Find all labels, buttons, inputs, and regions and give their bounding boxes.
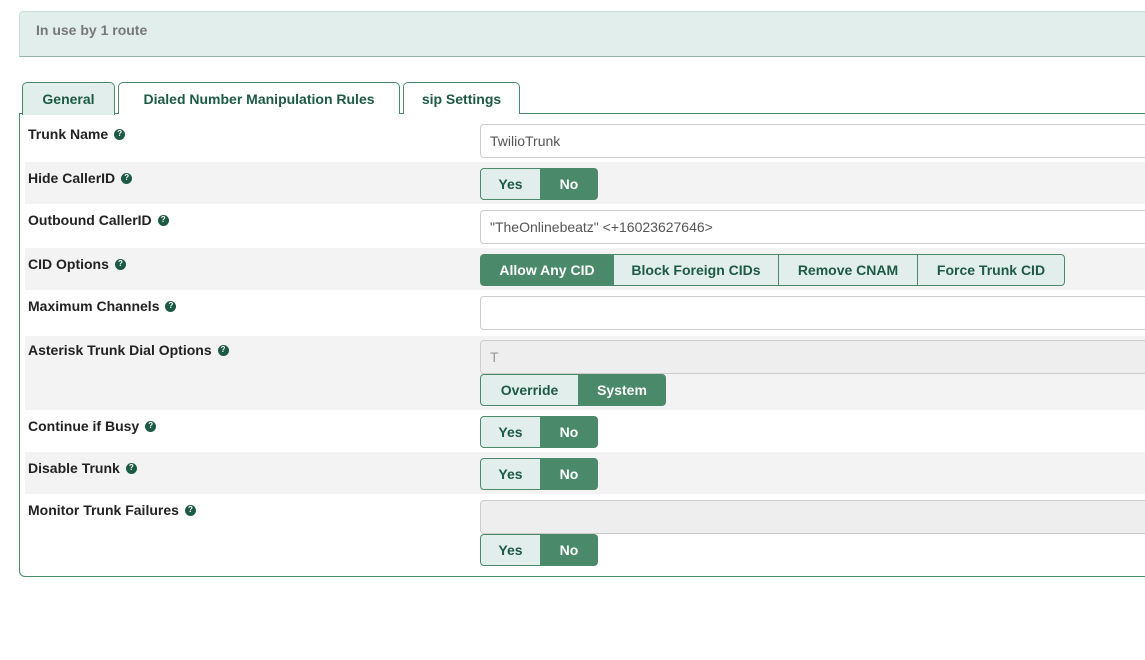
row-monitor-trunk-failures: Monitor Trunk Failures ? Yes No (25, 494, 1145, 574)
dial-options-toggle: Override System (480, 374, 666, 406)
hide-callerid-no-button[interactable]: No (540, 168, 598, 200)
tab-sip-settings[interactable]: sip Settings (403, 82, 520, 114)
continue-if-busy-toggle: Yes No (480, 416, 598, 448)
continue-if-busy-no-button[interactable]: No (540, 416, 598, 448)
trunk-name-input[interactable]: TwilioTrunk (480, 124, 1145, 158)
tab-dialed-number-manipulation-rules[interactable]: Dialed Number Manipulation Rules (118, 82, 400, 114)
row-hide-callerid: Hide CallerID ? Yes No (25, 162, 1145, 204)
dial-options-override-button[interactable]: Override (480, 374, 579, 406)
question-circle-icon[interactable]: ? (121, 172, 133, 184)
usage-text: In use by 1 route (36, 22, 148, 38)
row-continue-if-busy: Continue if Busy ? Yes No (25, 410, 1145, 452)
disable-trunk-toggle: Yes No (480, 458, 598, 490)
dial-options-system-button[interactable]: System (578, 374, 666, 406)
cid-allow-any-button[interactable]: Allow Any CID (480, 254, 614, 286)
question-circle-icon[interactable]: ? (114, 258, 126, 270)
outbound-callerid-input[interactable]: "TheOnlinebeatz" <+16023627646> (480, 210, 1145, 244)
row-trunk-name: Trunk Name ? TwilioTrunk (25, 120, 1145, 162)
row-disable-trunk: Disable Trunk ? Yes No (25, 452, 1145, 494)
monitor-failures-label: Monitor Trunk Failures (28, 502, 179, 518)
trunk-name-label: Trunk Name (28, 126, 109, 142)
continue-if-busy-label: Continue if Busy (28, 418, 140, 434)
dial-options-input[interactable]: T (480, 340, 1145, 374)
cid-force-trunk-button[interactable]: Force Trunk CID (917, 254, 1065, 286)
monitor-failures-toggle: Yes No (480, 534, 598, 566)
cid-options-group: Allow Any CID Block Foreign CIDs Remove … (480, 254, 1065, 286)
row-maximum-channels: Maximum Channels ? (25, 290, 1145, 336)
disable-trunk-no-button[interactable]: No (540, 458, 598, 490)
maximum-channels-input[interactable] (480, 296, 1145, 330)
question-circle-icon[interactable]: ? (165, 300, 177, 312)
outbound-callerid-label: Outbound CallerID (28, 212, 152, 228)
monitor-failures-input[interactable] (480, 500, 1145, 534)
question-circle-icon[interactable]: ? (145, 420, 157, 432)
monitor-failures-no-button[interactable]: No (540, 534, 598, 566)
usage-banner: In use by 1 route (19, 11, 1145, 57)
row-outbound-callerid: Outbound CallerID ? "TheOnlinebeatz" <+1… (25, 204, 1145, 248)
row-dial-options: Asterisk Trunk Dial Options ? T Override… (25, 336, 1145, 410)
monitor-failures-yes-button[interactable]: Yes (480, 534, 541, 566)
row-cid-options: CID Options ? Allow Any CID Block Foreig… (25, 248, 1145, 290)
disable-trunk-label: Disable Trunk (28, 460, 120, 476)
hide-callerid-yes-button[interactable]: Yes (480, 168, 541, 200)
continue-if-busy-yes-button[interactable]: Yes (480, 416, 541, 448)
disable-trunk-yes-button[interactable]: Yes (480, 458, 541, 490)
tab-general[interactable]: General (22, 82, 115, 115)
question-circle-icon[interactable]: ? (157, 214, 169, 226)
dial-options-label: Asterisk Trunk Dial Options (28, 342, 212, 358)
question-circle-icon[interactable]: ? (217, 344, 229, 356)
hide-callerid-label: Hide CallerID (28, 170, 116, 186)
cid-options-label: CID Options (28, 256, 109, 272)
question-circle-icon[interactable]: ? (114, 128, 126, 140)
maximum-channels-label: Maximum Channels (28, 298, 160, 314)
cid-block-foreign-button[interactable]: Block Foreign CIDs (613, 254, 779, 286)
question-circle-icon[interactable]: ? (125, 462, 137, 474)
cid-remove-cnam-button[interactable]: Remove CNAM (778, 254, 918, 286)
question-circle-icon[interactable]: ? (184, 504, 196, 516)
hide-callerid-toggle: Yes No (480, 168, 598, 200)
